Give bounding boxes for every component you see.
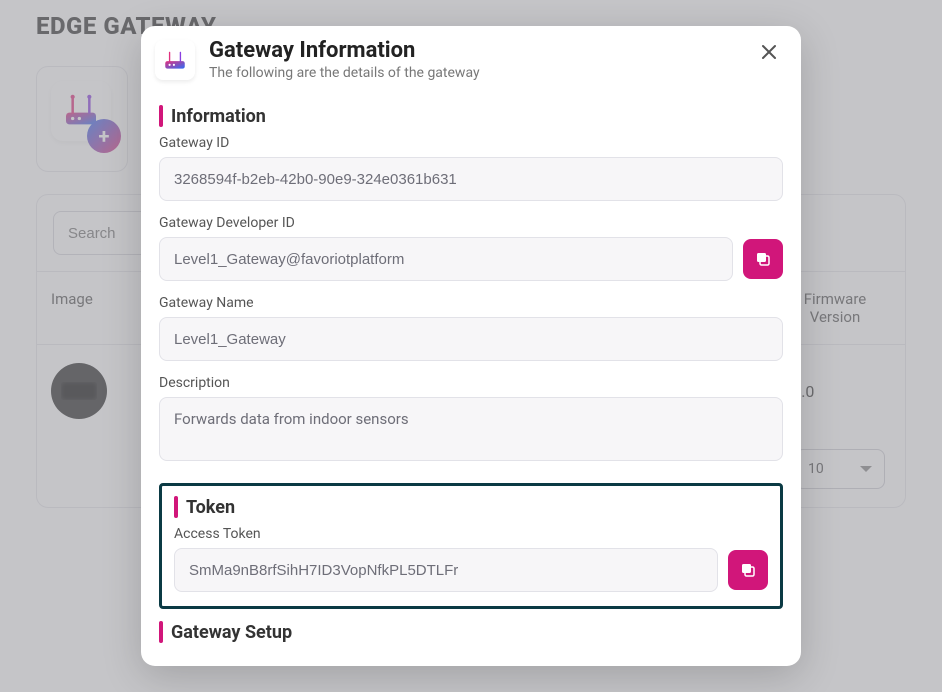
modal-header: Gateway Information The following are th… <box>141 26 801 95</box>
access-token-field: Access Token <box>174 526 768 592</box>
gateway-name-input[interactable] <box>159 317 783 361</box>
modal-subtitle: The following are the details of the gat… <box>209 65 480 81</box>
description-label: Description <box>159 375 783 391</box>
developer-id-input[interactable] <box>159 237 733 281</box>
close-button[interactable] <box>755 38 783 66</box>
heading-accent-bar <box>174 496 178 518</box>
copy-icon <box>739 561 757 579</box>
description-field: Description <box>159 375 783 461</box>
gateway-id-input[interactable] <box>159 157 783 201</box>
modal-body: Information Gateway ID Gateway Developer… <box>141 95 801 673</box>
access-token-input[interactable] <box>174 548 718 592</box>
setup-heading-text: Gateway Setup <box>171 622 292 643</box>
gateway-id-label: Gateway ID <box>159 135 783 151</box>
close-icon <box>761 44 777 60</box>
copy-icon <box>754 250 772 268</box>
developer-id-field: Gateway Developer ID <box>159 215 783 281</box>
gateway-id-field: Gateway ID <box>159 135 783 201</box>
description-textarea[interactable] <box>159 397 783 461</box>
gateway-name-label: Gateway Name <box>159 295 783 311</box>
gateway-info-modal: Gateway Information The following are th… <box>141 26 801 666</box>
token-heading-text: Token <box>186 497 235 518</box>
heading-accent-bar <box>159 105 163 127</box>
setup-heading: Gateway Setup <box>159 621 783 643</box>
copy-developer-id-button[interactable] <box>743 239 783 279</box>
modal-titles: Gateway Information The following are th… <box>209 38 480 81</box>
information-section: Information Gateway ID Gateway Developer… <box>159 95 783 477</box>
gateway-name-field: Gateway Name <box>159 295 783 361</box>
gateway-setup-section: Gateway Setup <box>159 609 783 667</box>
gateway-icon <box>155 40 195 80</box>
developer-id-label: Gateway Developer ID <box>159 215 783 231</box>
token-heading: Token <box>174 496 768 518</box>
heading-accent-bar <box>159 621 163 643</box>
access-token-label: Access Token <box>174 526 768 542</box>
token-section: Token Access Token <box>159 483 783 609</box>
copy-access-token-button[interactable] <box>728 550 768 590</box>
information-heading-text: Information <box>171 106 266 127</box>
information-heading: Information <box>159 105 783 127</box>
modal-title: Gateway Information <box>209 38 480 63</box>
